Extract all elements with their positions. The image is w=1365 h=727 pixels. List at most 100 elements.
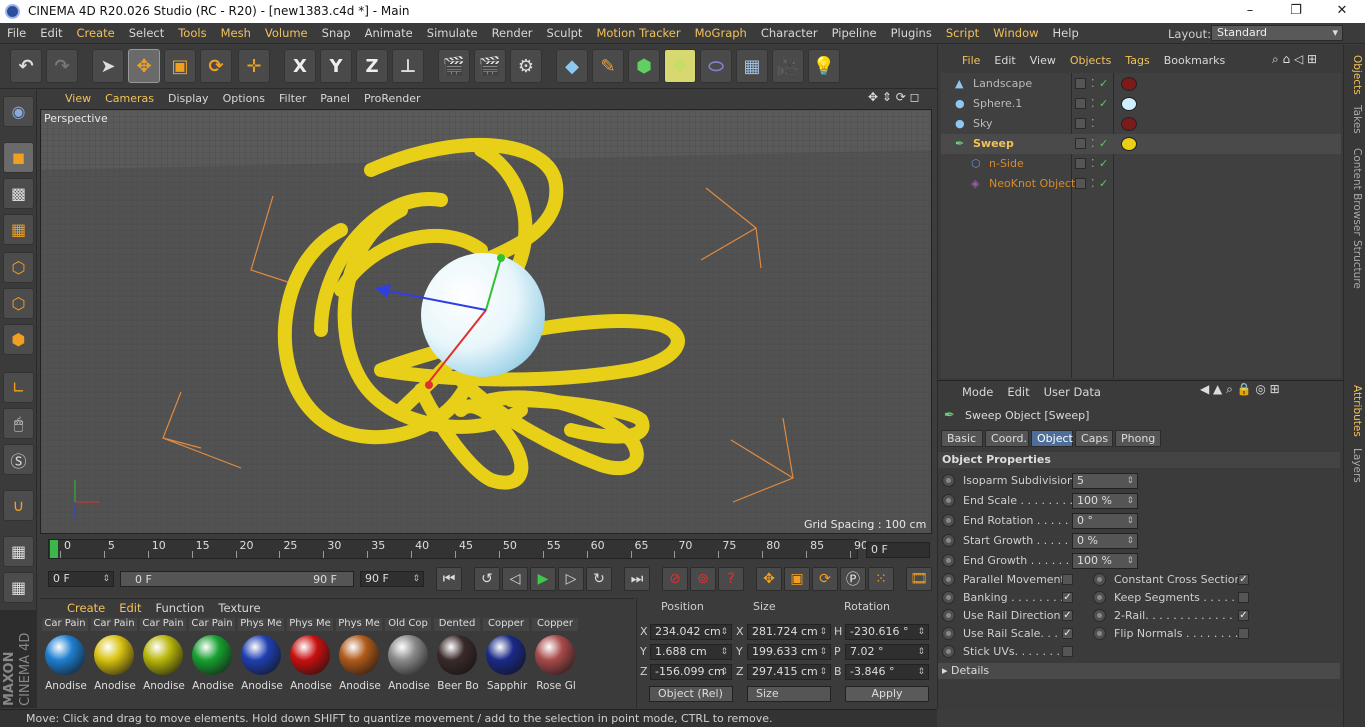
details-section-header[interactable]: ▸ Details <box>938 663 1340 679</box>
play-icon[interactable]: ▶ <box>530 567 556 591</box>
scale-tool-icon[interactable]: ▣ <box>164 49 196 83</box>
current-frame-field[interactable]: 0 F <box>866 542 930 558</box>
attribute-menu-user-data[interactable]: User Data <box>1037 382 1108 403</box>
position-x-field[interactable]: 234.042 cm <box>650 624 732 640</box>
editor-visibility-icon[interactable] <box>1075 98 1086 109</box>
material-item[interactable]: Copper Rose Gl <box>532 618 578 696</box>
start-frame-field[interactable]: 0 F <box>48 571 114 587</box>
field-value[interactable]: 5 <box>1072 473 1138 489</box>
enabled-check-icon[interactable]: ✓ <box>1099 74 1108 94</box>
material-item[interactable]: Car Pain Anodise <box>189 618 235 696</box>
menu-mograph[interactable]: MoGraph <box>688 23 754 44</box>
enabled-check-icon[interactable]: ✓ <box>1099 154 1108 174</box>
key-parameter-icon[interactable]: Ⓟ <box>840 567 866 591</box>
end-frame-field[interactable]: 90 F <box>360 571 424 587</box>
tag-icon[interactable] <box>1121 137 1137 151</box>
apply-button[interactable]: Apply <box>845 686 929 702</box>
camera-icon[interactable]: 🎥 <box>772 49 804 83</box>
next-keyframe-icon[interactable]: ↻ <box>586 567 612 591</box>
cube-object-icon[interactable]: ◆ <box>556 49 588 83</box>
checkbox[interactable]: ✓ <box>1062 610 1073 621</box>
position-z-field[interactable]: -156.099 cm <box>650 664 732 680</box>
animate-radio-icon[interactable] <box>1093 609 1106 622</box>
side-tab-structure[interactable]: Structure <box>1345 240 1363 289</box>
checkbox[interactable]: ✓ <box>1062 628 1073 639</box>
maximize-button[interactable]: ❐ <box>1273 0 1319 23</box>
pen-spline-icon[interactable]: ✎ <box>592 49 624 83</box>
object-menu-file[interactable]: File <box>955 50 987 71</box>
animate-radio-icon[interactable] <box>942 627 955 640</box>
viewport-menu-display[interactable]: Display <box>161 90 216 108</box>
animate-radio-icon[interactable] <box>942 494 955 507</box>
rotation-b-field[interactable]: -3.846 ° <box>845 664 929 680</box>
viewport-menu-view[interactable]: View <box>58 90 98 108</box>
material-item[interactable]: Car Pain Anodise <box>42 618 88 696</box>
animate-radio-icon[interactable] <box>1093 573 1106 586</box>
attribute-menu-mode[interactable]: Mode <box>955 382 1000 403</box>
object-row[interactable]: ● Sphere.1 ⁚ ✓ <box>941 94 1341 114</box>
menu-edit[interactable]: Edit <box>33 23 69 44</box>
close-button[interactable]: ✕ <box>1319 0 1365 23</box>
tab-caps[interactable]: Caps <box>1075 430 1113 447</box>
tab-basic[interactable]: Basic <box>941 430 983 447</box>
coordinate-mode-select[interactable]: Object (Rel) <box>649 686 733 702</box>
x-axis-lock-button[interactable]: X <box>284 49 316 83</box>
animate-radio-icon[interactable] <box>1093 627 1106 640</box>
redo-icon[interactable]: ↷ <box>46 49 78 83</box>
material-item[interactable]: Dented Beer Bo <box>434 618 480 696</box>
go-to-start-icon[interactable]: ⏮ <box>436 567 462 591</box>
material-item[interactable]: Phys Me Anodise <box>238 618 284 696</box>
object-menu-view[interactable]: View <box>1023 50 1063 71</box>
array-object-icon[interactable]: ❖ <box>664 49 696 83</box>
material-item[interactable]: Phys Me Anodise <box>287 618 333 696</box>
key-pla-icon[interactable]: ⁙ <box>868 567 894 591</box>
checkbox[interactable] <box>1062 646 1073 657</box>
viewport-menu-panel[interactable]: Panel <box>313 90 357 108</box>
visibility-dots-icon[interactable]: ⁚ <box>1091 94 1095 114</box>
render-view-icon[interactable]: 🎬 <box>438 49 470 83</box>
texture-mode-icon[interactable]: ▩ <box>3 178 34 209</box>
viewport-menu-options[interactable]: Options <box>216 90 272 108</box>
workplane-lock-icon[interactable]: ▦ <box>3 536 34 567</box>
tag-icon[interactable] <box>1121 77 1137 91</box>
menu-simulate[interactable]: Simulate <box>420 23 485 44</box>
rotate-tool-icon[interactable]: ⟳ <box>200 49 232 83</box>
editor-visibility-icon[interactable] <box>1075 138 1086 149</box>
animate-radio-icon[interactable] <box>942 591 955 604</box>
autokey-icon[interactable]: ⊚ <box>690 567 716 591</box>
menu-create[interactable]: Create <box>70 23 122 44</box>
solo-icon[interactable]: Ⓢ <box>3 444 34 475</box>
edges-mode-icon[interactable]: ⬡ <box>3 288 34 319</box>
visibility-dots-icon[interactable]: ⁚ <box>1091 114 1095 134</box>
editor-visibility-icon[interactable] <box>1075 118 1086 129</box>
key-position-icon[interactable]: ✥ <box>756 567 782 591</box>
attribute-nav-icon[interactable]: ◀ ▲ ⌕ 🔒 ◎ ⊞ <box>1200 382 1280 397</box>
layout-select[interactable]: Standard <box>1211 25 1343 41</box>
viewport-nav-icon[interactable]: ✥ ⇕ ⟳ ◻ <box>868 90 920 104</box>
menu-pipeline[interactable]: Pipeline <box>825 23 884 44</box>
frame-range-slider[interactable]: 0 F 90 F <box>120 571 354 587</box>
model-mode-icon[interactable]: ◼ <box>3 142 34 173</box>
visibility-dots-icon[interactable]: ⁚ <box>1091 154 1095 174</box>
field-value[interactable]: 100 % <box>1072 553 1138 569</box>
go-to-end-icon[interactable]: ⏭ <box>624 567 650 591</box>
planar-workplane-icon[interactable]: ▦ <box>3 572 34 603</box>
menu-sculpt[interactable]: Sculpt <box>540 23 590 44</box>
recent-tool-icon[interactable]: ✛ <box>238 49 270 83</box>
tab-phong[interactable]: Phong <box>1115 430 1161 447</box>
animate-radio-icon[interactable] <box>1093 591 1106 604</box>
previous-keyframe-icon[interactable]: ↺ <box>474 567 500 591</box>
editor-visibility-icon[interactable] <box>1075 78 1086 89</box>
menu-help[interactable]: Help <box>1046 23 1086 44</box>
material-item[interactable]: Car Pain Anodise <box>91 618 137 696</box>
enabled-check-icon[interactable]: ✓ <box>1099 94 1108 114</box>
minimize-button[interactable]: – <box>1227 0 1273 23</box>
tag-icon[interactable] <box>1121 97 1137 111</box>
checkbox[interactable]: ✓ <box>1238 574 1249 585</box>
snap-magnet-icon[interactable]: ∪ <box>3 490 34 521</box>
rotation-p-field[interactable]: 7.02 ° <box>845 644 929 660</box>
attribute-menu-edit[interactable]: Edit <box>1000 382 1036 403</box>
object-menu-tags[interactable]: Tags <box>1118 50 1156 71</box>
workplane-mode-icon[interactable]: ▦ <box>3 214 34 245</box>
material-item[interactable]: Copper Sapphir <box>483 618 529 696</box>
